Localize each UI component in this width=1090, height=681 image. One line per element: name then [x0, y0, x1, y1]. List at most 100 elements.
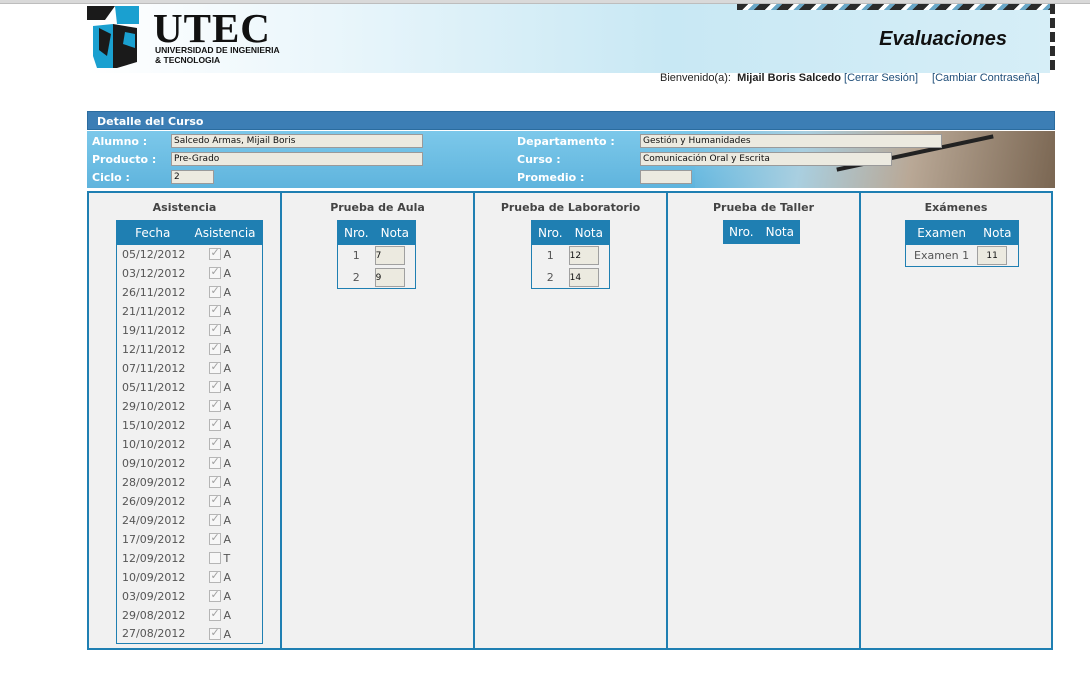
- fecha-cell: 26/09/2012: [122, 494, 186, 508]
- prueba-aula-table: Nro. Nota 1729: [337, 220, 416, 289]
- attendance-value: A: [223, 380, 232, 394]
- attendance-checkbox[interactable]: [208, 284, 221, 299]
- attendance-value: A: [223, 475, 232, 489]
- attendance-checkbox[interactable]: [208, 552, 221, 565]
- fecha-cell: 29/08/2012: [122, 608, 186, 622]
- fecha-cell: 05/11/2012: [122, 380, 186, 394]
- attendance-value: A: [223, 532, 232, 546]
- examen-cell: Examen 1: [914, 248, 970, 262]
- logo-subtitle-line1: UNIVERSIDAD DE INGENIERIA: [155, 45, 280, 55]
- prueba-laboratorio-title: Prueba de Laboratorio: [500, 201, 641, 214]
- fecha-cell: 09/10/2012: [122, 456, 186, 470]
- asistencia-row: 19/11/2012 A: [117, 321, 263, 340]
- attendance-checkbox[interactable]: [208, 474, 221, 489]
- attendance-checkbox[interactable]: [208, 493, 221, 508]
- attendance-checkbox[interactable]: [208, 569, 221, 584]
- score-row: 1 12: [532, 245, 610, 267]
- asistencia-cell: A: [189, 435, 263, 454]
- attendance-checkbox[interactable]: [208, 265, 221, 280]
- header-banner: UTEC UNIVERSIDAD DE INGENIERIA & TECNOLO…: [87, 4, 1055, 73]
- utec-logo: UTEC UNIVERSIDAD DE INGENIERIA & TECNOLO…: [87, 4, 287, 73]
- fecha-cell: 12/09/2012: [122, 551, 186, 565]
- change-password-link[interactable]: [Cambiar Contraseña]: [932, 72, 1040, 84]
- attendance-checkbox[interactable]: [208, 607, 221, 622]
- attendance-checkbox[interactable]: [208, 379, 221, 394]
- attendance-checkbox[interactable]: [208, 341, 221, 356]
- logo-text: UTEC: [153, 5, 271, 51]
- attendance-value: A: [223, 247, 232, 261]
- attendance-checkbox[interactable]: [208, 322, 221, 337]
- asistencia-row: 28/09/2012 A: [117, 473, 263, 492]
- attendance-value: A: [223, 285, 232, 299]
- asistencia-row: 21/11/2012 A: [117, 302, 263, 321]
- fecha-cell: 03/09/2012: [122, 589, 186, 603]
- asistencia-cell: A: [189, 378, 263, 397]
- nota-value: 14: [568, 267, 599, 287]
- evaluations-panels: Asistencia Fecha Asistencia 05/12/2012A0…: [87, 191, 1053, 650]
- attendance-value: A: [223, 589, 232, 603]
- asistencia-cell: A: [189, 416, 263, 435]
- fecha-cell: 10/10/2012: [122, 437, 186, 451]
- attendance-checkbox[interactable]: [208, 455, 221, 470]
- attendance-value: A: [223, 570, 232, 584]
- attendance-value: A: [223, 456, 232, 470]
- asistencia-cell: A: [189, 302, 263, 321]
- asistencia-row: 05/12/2012 A: [117, 245, 263, 264]
- asistencia-row: 03/12/2012 A: [117, 264, 263, 283]
- fecha-cell: 05/12/2012: [122, 247, 186, 261]
- col-nro: Nro.: [337, 220, 375, 245]
- asistencia-title: Asistencia: [152, 201, 217, 214]
- nota-cell: 9: [374, 267, 416, 289]
- col-nota: Nota: [977, 220, 1019, 245]
- asistencia-cell: A: [189, 340, 263, 359]
- col-nro: Nro.: [531, 220, 569, 245]
- curso-label: Curso :: [517, 153, 561, 166]
- nota-cell: 11: [977, 245, 1018, 267]
- attendance-value: A: [223, 627, 232, 641]
- asistencia-cell: A: [189, 606, 263, 625]
- nota-value: 9: [374, 267, 405, 287]
- departamento-field: Gestión y Humanidades: [640, 134, 942, 148]
- asistencia-row: 26/11/2012 A: [117, 283, 263, 302]
- nro-cell: 1: [546, 249, 554, 262]
- nota-value: 12: [568, 246, 599, 265]
- attendance-checkbox[interactable]: [208, 588, 221, 603]
- examenes-table: Examen Nota Examen 1 11: [905, 220, 1019, 267]
- logo-subtitle-line2: & TECNOLOGIA: [155, 55, 221, 65]
- asistencia-row: 29/08/2012 A: [117, 606, 263, 625]
- col-nota: Nota: [759, 220, 800, 244]
- user-name: Mijail Boris Salcedo: [737, 72, 841, 84]
- fecha-cell: 19/11/2012: [122, 323, 186, 337]
- asistencia-cell: A: [189, 454, 263, 473]
- attendance-checkbox[interactable]: [208, 246, 221, 261]
- nota-cell: 12: [568, 245, 610, 267]
- fecha-cell: 03/12/2012: [122, 266, 186, 280]
- examenes-panel: Exámenes Examen Nota Examen 1 11: [861, 193, 1051, 648]
- score-row: Examen 1 11: [906, 245, 1019, 267]
- prueba-laboratorio-panel: Prueba de Laboratorio Nro. Nota 1 12 2 14: [475, 193, 668, 648]
- attendance-checkbox[interactable]: [208, 398, 221, 413]
- fecha-cell: 28/09/2012: [122, 475, 186, 489]
- nota-cell: 7: [374, 245, 416, 267]
- attendance-checkbox[interactable]: [208, 436, 221, 451]
- fecha-cell: 27/08/2012: [122, 627, 186, 641]
- asistencia-row: 10/10/2012 A: [117, 435, 263, 454]
- logout-link[interactable]: [Cerrar Sesión]: [844, 72, 918, 84]
- attendance-checkbox[interactable]: [208, 303, 221, 318]
- attendance-checkbox[interactable]: [208, 417, 221, 432]
- attendance-checkbox[interactable]: [208, 360, 221, 375]
- prueba-laboratorio-rows: 1 12 2 14: [532, 245, 610, 289]
- asistencia-cell: A: [189, 359, 263, 378]
- attendance-checkbox[interactable]: [208, 626, 221, 640]
- departamento-label: Departamento :: [517, 135, 615, 148]
- fecha-cell: 07/11/2012: [122, 361, 186, 375]
- asistencia-cell: T: [189, 549, 263, 568]
- nro-cell: 2: [352, 270, 360, 284]
- page-title: Evaluaciones: [879, 28, 1007, 50]
- asistencia-cell: A: [189, 245, 263, 264]
- attendance-checkbox[interactable]: [208, 531, 221, 546]
- nota-cell: 14: [568, 267, 610, 289]
- asistencia-panel: Asistencia Fecha Asistencia 05/12/2012A0…: [89, 193, 282, 648]
- attendance-checkbox[interactable]: [208, 512, 221, 527]
- alumno-label: Alumno :: [92, 135, 148, 148]
